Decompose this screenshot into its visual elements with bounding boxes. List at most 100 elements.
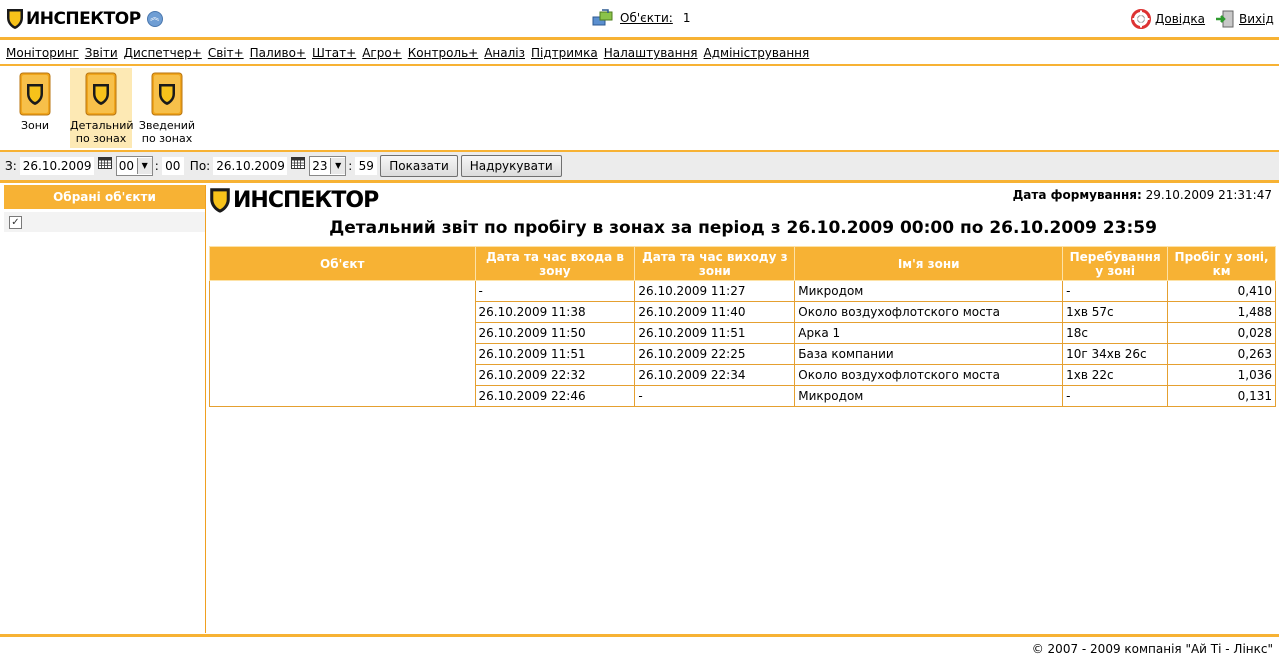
report-logo: ИНСПЕКТОР: [209, 187, 379, 214]
zone-name-cell: Микродом: [794, 385, 1064, 407]
duration-cell: -: [1062, 385, 1169, 407]
menu-support[interactable]: Підтримка: [531, 46, 598, 60]
objects-count: 1: [682, 11, 691, 25]
selected-objects-title: Обрані об'єкти: [4, 185, 205, 209]
report-table: Об'єкт Дата та час входа в зону Дата та …: [209, 246, 1276, 407]
exit-time-cell: -: [634, 385, 796, 407]
from-hour-select[interactable]: 00 ▼: [115, 156, 153, 176]
calendar-icon[interactable]: [97, 157, 112, 169]
entry-time-cell: 26.10.2009 11:38: [474, 301, 636, 323]
duration-cell: 1хв 22с: [1062, 364, 1169, 386]
zone-name-cell: База компании: [794, 343, 1064, 365]
to-label: По:: [189, 159, 211, 173]
report-zones-button[interactable]: Зони: [4, 68, 66, 148]
table-header-row: Об'єкт Дата та час входа в зону Дата та …: [209, 246, 1276, 281]
duration-cell: 10г 34хв 26с: [1062, 343, 1169, 365]
app-logo[interactable]: ИНСПЕКТОР ︽: [6, 8, 163, 30]
to-hour-value: 23: [312, 159, 328, 173]
help-label[interactable]: Довідка: [1155, 12, 1205, 26]
to-minute-input[interactable]: 59: [355, 157, 378, 175]
zone-name-cell: Арка 1: [794, 322, 1064, 344]
entry-time-cell: 26.10.2009 22:32: [474, 364, 636, 386]
lifebuoy-icon: [1131, 9, 1151, 29]
collapse-up-icon[interactable]: ︽: [146, 11, 163, 27]
mileage-cell: 0,028: [1167, 322, 1276, 344]
help-link[interactable]: Довідка: [1131, 9, 1205, 29]
menu-control[interactable]: Контроль+: [408, 46, 478, 60]
report-book-icon: [85, 72, 117, 116]
shield-logo-icon: [7, 9, 23, 29]
report-summary-label-1: Зведений: [138, 119, 196, 132]
report-logo-text: ИНСПЕКТОР: [233, 188, 379, 213]
from-label: З:: [5, 159, 17, 173]
objects-indicator: Об'єкти: 1: [592, 9, 690, 27]
dropdown-arrow-icon[interactable]: ▼: [136, 158, 152, 174]
report-area: ИНСПЕКТОР Дата формування: 29.10.2009 21…: [207, 185, 1279, 633]
menu-staff[interactable]: Штат+: [312, 46, 356, 60]
report-summary-label-2: по зонах: [141, 132, 193, 145]
report-zones-label: Зони: [20, 119, 50, 132]
menu-dispatcher[interactable]: Диспетчер+: [124, 46, 202, 60]
report-detailed-label-2: по зонах: [75, 132, 127, 145]
col-entry-time: Дата та час входа в зону: [474, 246, 636, 281]
copyright: © 2007 - 2009 компанія "Ай Ті - Лінкс": [1031, 642, 1273, 656]
menu-administration[interactable]: Адміністрування: [704, 46, 810, 60]
generation-date-label: Дата формування:: [1012, 188, 1142, 202]
selected-objects-panel: Обрані об'єкти ✓: [4, 185, 206, 633]
generation-date-value: 29.10.2009 21:31:47: [1145, 188, 1272, 202]
zone-name-cell: Микродом: [794, 280, 1064, 302]
from-minute-input[interactable]: 00: [161, 157, 184, 175]
report-book-icon: [151, 72, 183, 116]
menu-reports[interactable]: Звіти: [85, 46, 118, 60]
mileage-cell: 0,131: [1167, 385, 1276, 407]
object-list-item[interactable]: ✓: [4, 212, 205, 232]
report-book-icon: [19, 72, 51, 116]
exit-time-cell: 26.10.2009 11:51: [634, 322, 796, 344]
menu-analysis[interactable]: Аналіз: [484, 46, 525, 60]
exit-door-icon: [1216, 10, 1234, 28]
calendar-icon[interactable]: [291, 157, 306, 169]
report-detailed-zones-button[interactable]: Детальний по зонах: [70, 68, 134, 148]
objects-link[interactable]: Об'єкти:: [620, 11, 673, 25]
footer-divider: [0, 634, 1279, 637]
print-button[interactable]: Надрукувати: [460, 155, 562, 177]
menu-svit[interactable]: Світ+: [208, 46, 244, 60]
time-separator: :: [348, 159, 353, 173]
object-checkbox[interactable]: ✓: [9, 216, 22, 229]
to-date-input[interactable]: 26.10.2009: [213, 157, 288, 175]
time-separator: :: [154, 159, 159, 173]
mileage-cell: 1,036: [1167, 364, 1276, 386]
menu-agro[interactable]: Агро+: [362, 46, 402, 60]
entry-time-cell: 26.10.2009 22:46: [474, 385, 636, 407]
from-date-input[interactable]: 26.10.2009: [19, 157, 94, 175]
menu-monitoring[interactable]: Моніторинг: [6, 46, 79, 60]
object-cell: [209, 280, 476, 407]
menu-settings[interactable]: Налаштування: [604, 46, 698, 60]
objects-arrows-icon: [592, 9, 613, 26]
report-summary-zones-button[interactable]: Зведений по зонах: [136, 68, 198, 148]
entry-time-cell: 26.10.2009 11:51: [474, 343, 636, 365]
duration-cell: 1хв 57с: [1062, 301, 1169, 323]
to-hour-select[interactable]: 23 ▼: [309, 156, 347, 176]
exit-label[interactable]: Вихід: [1239, 12, 1274, 26]
table-row: - 26.10.2009 11:27 Микродом - 0,410: [209, 280, 1276, 407]
col-exit-time: Дата та час виходу з зони: [634, 246, 796, 281]
zone-name-cell: Около воздухофлотского моста: [794, 301, 1064, 323]
show-button[interactable]: Показати: [380, 155, 458, 177]
report-title: Детальний звіт по пробігу в зонах за пер…: [329, 218, 1157, 238]
filter-row: З: 26.10.2009 00 ▼ : 00 По: 26.10.2009 2…: [5, 155, 562, 177]
duration-cell: -: [1062, 280, 1169, 302]
from-hour-value: 00: [118, 159, 135, 173]
duration-cell: 18с: [1062, 322, 1169, 344]
main-menu: Моніторинг Звіти Диспетчер+ Світ+ Паливо…: [0, 40, 1279, 64]
exit-link[interactable]: Вихід: [1215, 9, 1274, 29]
menu-items: Моніторинг Звіти Диспетчер+ Світ+ Паливо…: [6, 46, 815, 60]
dropdown-arrow-icon[interactable]: ▼: [330, 158, 346, 174]
filter-divider: [0, 180, 1279, 183]
period-filter: З: 26.10.2009 00 ▼ : 00 По: 26.10.2009 2…: [0, 152, 1279, 180]
report-detailed-label-1: Детальний: [70, 119, 134, 132]
menu-fuel[interactable]: Паливо+: [250, 46, 306, 60]
col-object: Об'єкт: [209, 246, 476, 281]
generation-date: Дата формування: 29.10.2009 21:31:47: [1013, 188, 1272, 202]
entry-time-cell: -: [474, 280, 636, 302]
